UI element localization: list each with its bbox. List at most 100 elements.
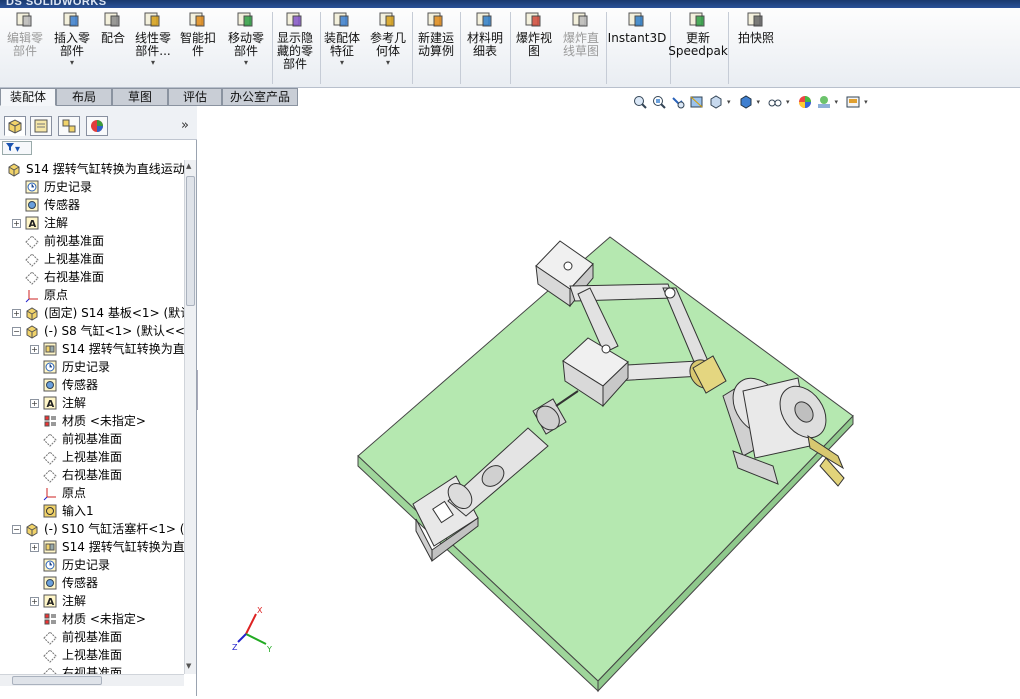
- tree-vertical-scrollbar[interactable]: ▲ ▼: [184, 160, 196, 674]
- origin-icon: [43, 488, 56, 501]
- tree-item-label: 右视基准面: [62, 468, 123, 482]
- propertymanager-tab[interactable]: [30, 116, 52, 136]
- tree-item-label: 传感器: [44, 198, 81, 212]
- smart-fasteners-button[interactable]: 智能扣 件: [176, 10, 220, 58]
- tree-horizontal-scrollbar[interactable]: [0, 674, 184, 686]
- tab-0[interactable]: 装配体: [0, 88, 56, 106]
- collapse-icon[interactable]: −: [12, 525, 21, 534]
- tree-item-label: (-) S10 气缸活塞杆<1> (默: [44, 522, 184, 536]
- tree-item-label: 上视基准面: [62, 450, 123, 464]
- plane-icon: [25, 253, 39, 267]
- expand-icon[interactable]: +: [12, 219, 21, 228]
- graphics-area[interactable]: X Y Z ▾ ▾ ▾ ▾ ▾: [198, 95, 1020, 696]
- tree-item-label: 前视基准面: [62, 432, 123, 446]
- exploded-view-button[interactable]: 爆炸视 图: [512, 10, 556, 58]
- tree-item-label: 材质 <未指定>: [62, 414, 146, 428]
- assembly-features-button[interactable]: 装配体 特征 ▾: [320, 10, 364, 67]
- ribbon-button-label: 参考几 何体: [369, 31, 406, 58]
- tree-item-label: 注解: [62, 594, 87, 608]
- feature-tree: S14 摆转气缸转换为直线运动 历史记录 传感器 + A 注解 前视基准面 上视基准面 右视基准…: [0, 160, 184, 674]
- part-icon: [26, 307, 38, 321]
- command-manager-ribbon: 编辑零 部件 插入零 部件 ▾ 配合 线性零 部件... ▾ 智能扣 件移动零 部件 ▾ 显示隐…: [0, 8, 1020, 88]
- edit-component-button[interactable]: 编辑零 部件: [2, 10, 48, 58]
- section-view-icon[interactable]: [689, 94, 705, 110]
- ribbon-separator: [510, 12, 511, 84]
- snapshot-button[interactable]: 拍快照: [732, 10, 780, 45]
- dropdown-arrow-icon[interactable]: ▾: [244, 58, 248, 67]
- display-style-icon[interactable]: [738, 94, 754, 110]
- view-settings-icon[interactable]: [845, 94, 861, 110]
- tree-item-label: 注解: [62, 396, 87, 410]
- tab-4[interactable]: 办公室产品: [222, 88, 298, 106]
- plane-icon: [25, 235, 39, 249]
- scroll-up-icon[interactable]: ▲: [186, 162, 191, 170]
- previous-view-icon[interactable]: [670, 94, 686, 110]
- annotation-icon: A: [43, 396, 57, 410]
- command-manager-tabs: 装配体 布局 草图 评估 办公室产品: [0, 88, 300, 106]
- triad-x-label: X: [257, 606, 263, 615]
- instant3d-button[interactable]: Instant3D: [606, 10, 668, 45]
- tab-1[interactable]: 布局: [56, 88, 112, 106]
- edit-appearance-icon[interactable]: [797, 94, 813, 110]
- mates-icon: [43, 540, 57, 554]
- tree-item-label: 材质 <未指定>: [62, 612, 146, 626]
- apply-scene-icon[interactable]: [816, 94, 832, 110]
- featuremanager-tab[interactable]: [4, 116, 26, 136]
- tree-item-label: 原点: [62, 486, 87, 500]
- ribbon-button-label: 配合: [100, 31, 125, 45]
- tree-item-label: 上视基准面: [62, 648, 123, 662]
- scroll-thumb[interactable]: [186, 176, 195, 306]
- bom-button[interactable]: 材料明 细表: [462, 10, 508, 58]
- insert-component-button[interactable]: 插入零 部件 ▾: [50, 10, 94, 67]
- ribbon-button-label: 拍快照: [737, 31, 774, 45]
- view-orientation-icon[interactable]: [708, 94, 724, 110]
- mate-button[interactable]: 配合: [96, 10, 130, 45]
- snapshot-icon: [747, 12, 763, 27]
- ribbon-button-label: 编辑零 部件: [6, 31, 43, 58]
- tab-2[interactable]: 草图: [112, 88, 168, 106]
- scroll-down-icon[interactable]: ▼: [186, 662, 191, 670]
- tree-item-label: 上视基准面: [44, 252, 105, 266]
- history-icon: [43, 558, 57, 572]
- tree-filter-button[interactable]: ▾: [2, 141, 32, 155]
- linear-pattern-button[interactable]: 线性零 部件... ▾: [132, 10, 174, 67]
- filter-icon: [6, 143, 14, 151]
- dropdown-arrow-icon[interactable]: ▾: [386, 58, 390, 67]
- displaymanager-tab[interactable]: [86, 116, 108, 136]
- move-component-button[interactable]: 移动零 部件 ▾: [222, 10, 270, 67]
- assembly-model[interactable]: X Y Z: [198, 106, 1020, 696]
- collapse-icon[interactable]: −: [12, 327, 21, 336]
- hide-show-items-icon[interactable]: [767, 94, 783, 110]
- tree-item-label: S14 摆转气缸转换为直: [62, 540, 184, 554]
- tree-item-label: 右视基准面: [44, 270, 105, 284]
- tab-3[interactable]: 评估: [168, 88, 222, 106]
- dropdown-arrow-icon[interactable]: ▾: [340, 58, 344, 67]
- tree-item-label: 传感器: [62, 378, 99, 392]
- tree-item-label: 前视基准面: [62, 630, 123, 644]
- motion-study-button[interactable]: 新建运 动算例: [414, 10, 458, 58]
- expand-icon[interactable]: +: [12, 309, 21, 318]
- ribbon-button-label: 显示隐 藏的零 部件: [276, 31, 313, 71]
- dropdown-arrow-icon[interactable]: ▾: [151, 58, 155, 67]
- explode-line-sketch-button[interactable]: 爆炸直 线草图: [558, 10, 604, 58]
- tree-item-label: 输入1: [62, 504, 94, 518]
- more-tabs-icon[interactable]: »: [181, 118, 189, 133]
- speedpak-button[interactable]: 更新 Speedpak: [668, 10, 728, 58]
- sensor-icon: [43, 378, 57, 392]
- expand-icon[interactable]: +: [30, 543, 39, 552]
- expand-icon[interactable]: +: [30, 597, 39, 606]
- dropdown-arrow-icon[interactable]: ▾: [70, 58, 74, 67]
- zoom-to-fit-icon[interactable]: [632, 94, 648, 110]
- configurationmanager-tab[interactable]: [58, 116, 80, 136]
- ribbon-button-label: 新建运 动算例: [417, 31, 454, 58]
- tree-item-label: (-) S8 气缸<1> (默认<<默: [44, 324, 184, 338]
- base-plate[interactable]: [357, 236, 854, 693]
- tree-item-label: 右视基准面: [62, 666, 123, 674]
- show-hidden-button[interactable]: 显示隐 藏的零 部件: [272, 10, 318, 71]
- expand-icon[interactable]: +: [30, 345, 39, 354]
- hscroll-thumb[interactable]: [12, 676, 102, 685]
- reference-geometry-button[interactable]: 参考几 何体 ▾: [366, 10, 410, 67]
- expand-icon[interactable]: +: [30, 399, 39, 408]
- tree-item-label: 注解: [44, 216, 69, 230]
- zoom-to-area-icon[interactable]: [651, 94, 667, 110]
